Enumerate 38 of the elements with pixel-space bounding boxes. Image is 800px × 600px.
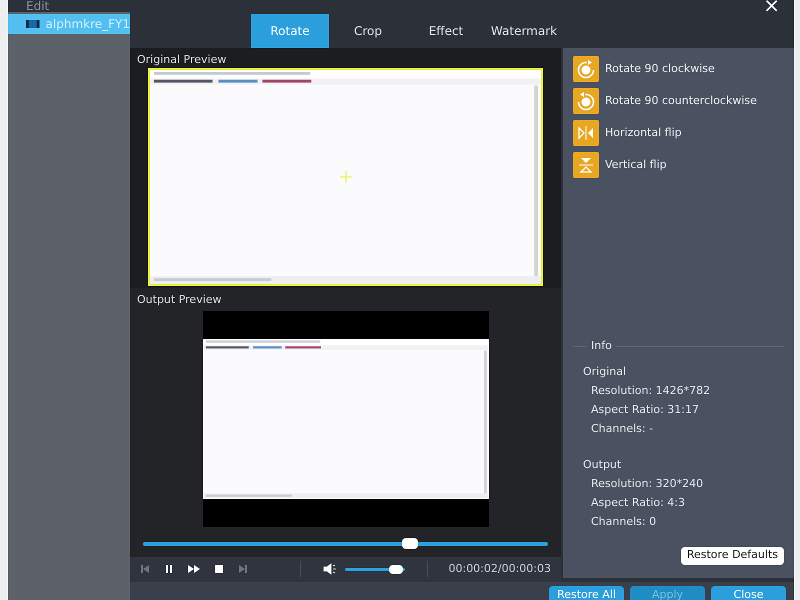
info-group-title: Output (582, 456, 622, 472)
skip-back-icon[interactable] (140, 564, 150, 574)
info-line: Aspect Ratio: 4:3 (590, 494, 686, 510)
info-line: Resolution: 1426*782 (590, 382, 712, 398)
info-line: Channels: - (590, 420, 654, 436)
progress-thumb[interactable] (402, 538, 418, 549)
time-display: 00:00:02/00:00:03 (448, 561, 551, 578)
video-thumbnail-icon (26, 17, 40, 31)
output-preview-title: Output Preview (130, 288, 561, 309)
vertical-flip-icon (573, 152, 599, 178)
stop-icon[interactable] (214, 564, 224, 574)
horizontal-flip-icon (573, 120, 599, 146)
info-title: Info (590, 338, 613, 354)
tab[interactable]: Effect (407, 14, 485, 48)
original-preview-title: Original Preview (136, 52, 228, 68)
close-button[interactable]: × (763, 0, 780, 12)
window-title: Edit (26, 0, 50, 12)
skip-forward-icon[interactable] (238, 564, 248, 574)
rotate-option[interactable]: Rotate 90 counterclockwise (605, 92, 757, 110)
volume-thumb[interactable] (389, 564, 403, 574)
rotate-option[interactable]: Rotate 90 clockwise (605, 60, 715, 78)
tab[interactable]: Crop (329, 14, 407, 48)
crosshair-icon (340, 171, 352, 183)
fast-forward-icon[interactable] (188, 564, 200, 574)
tab[interactable]: Watermark (485, 14, 563, 48)
info-line: Resolution: 320*240 (590, 476, 704, 492)
info-line: Channels: 0 (590, 514, 658, 530)
rotate-counterclockwise-icon (573, 88, 599, 114)
file-name: alphmkre_FY1 (46, 16, 130, 33)
info-group-title: Original (582, 364, 628, 380)
rotate-clockwise-icon (573, 56, 599, 82)
volume-track[interactable] (345, 568, 405, 571)
rotate-option[interactable]: Vertical flip (605, 156, 667, 174)
restore-defaults-button[interactable]: Restore Defaults (680, 546, 784, 564)
rotate-option[interactable]: Horizontal flip (605, 124, 682, 142)
volume-icon[interactable] (323, 563, 337, 576)
pause-icon[interactable] (164, 564, 174, 574)
info-line: Aspect Ratio: 31:17 (590, 402, 700, 418)
